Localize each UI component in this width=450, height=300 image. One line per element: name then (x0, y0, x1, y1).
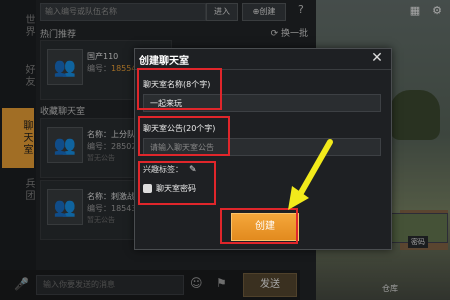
annotation-arrow (288, 139, 333, 210)
